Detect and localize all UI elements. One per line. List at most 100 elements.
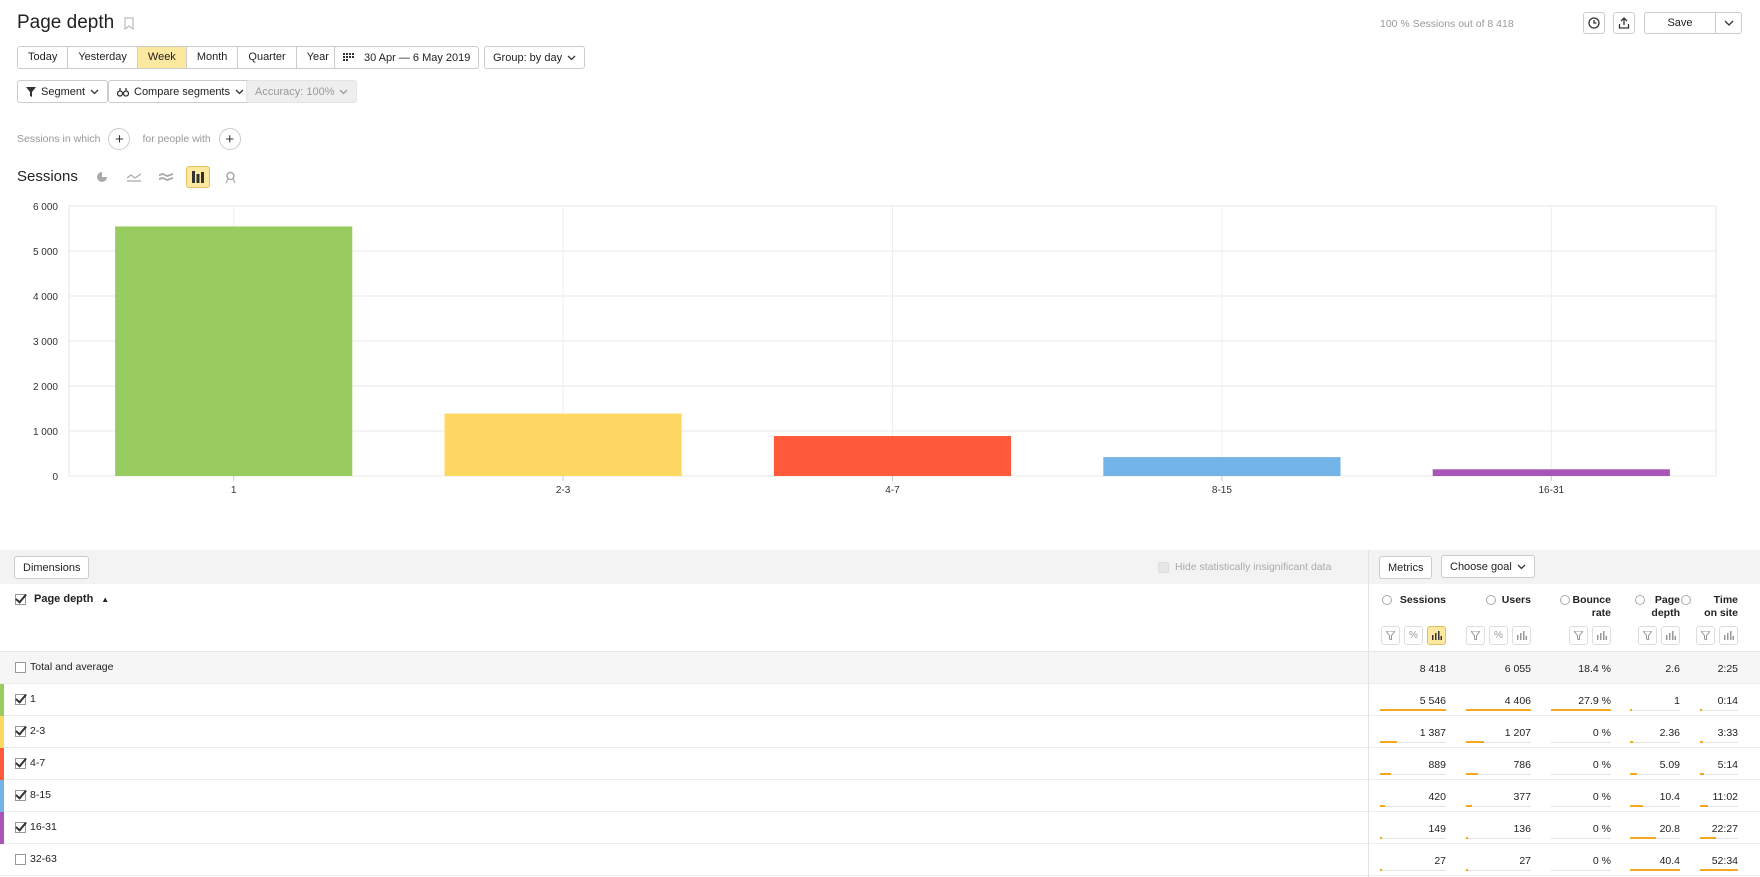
x-tick-label: 2-3	[556, 485, 571, 496]
bars-icon[interactable]	[1719, 626, 1738, 645]
row-checkbox[interactable]	[15, 789, 26, 801]
save-label: Save	[1667, 17, 1693, 29]
metric-bar-fill	[1466, 805, 1472, 807]
table-row[interactable]: 32-63 27 27 0 % 40.4 52:34	[0, 844, 1760, 876]
filter-icon[interactable]	[1638, 626, 1657, 645]
group-by-button[interactable]: Group: by day	[484, 46, 586, 69]
chart-type-map[interactable]	[218, 166, 242, 188]
select-all-checkbox[interactable]	[15, 593, 26, 605]
bars-icon[interactable]	[1661, 626, 1680, 645]
period-today[interactable]: Today	[18, 47, 69, 68]
hide-insignificant-toggle[interactable]: Hide statistically insignificant data	[1158, 561, 1331, 573]
row-checkbox[interactable]	[15, 725, 26, 737]
help-icon[interactable]	[1635, 595, 1645, 605]
total-row[interactable]: Total and average 8 418 6 055 18.4 % 2.6 2:25	[0, 652, 1760, 684]
metrics-button[interactable]: Metrics	[1379, 556, 1433, 579]
choose-goal-button[interactable]: Choose goal	[1441, 555, 1535, 578]
compare-segments-button[interactable]: Compare segments	[108, 80, 253, 103]
bar-16-31	[1432, 469, 1670, 476]
period-year[interactable]: Year	[296, 47, 339, 68]
export-button[interactable]	[1613, 12, 1635, 34]
percent-icon[interactable]: %	[1489, 626, 1508, 645]
filter-icon[interactable]	[1381, 626, 1400, 645]
metric-bar-track	[1466, 838, 1531, 839]
metric-bar-fill	[1466, 709, 1531, 711]
metric-header-4[interactable]: Time on site	[1668, 594, 1738, 620]
filter-icon[interactable]	[1696, 626, 1715, 645]
period-week[interactable]: Week	[137, 47, 187, 68]
metric-bar-fill	[1630, 709, 1632, 711]
table-row[interactable]: 2-3 1 387 1 207 0 % 2.36 3:33	[0, 716, 1760, 748]
add-people-condition-button[interactable]: +	[218, 128, 241, 150]
table-row[interactable]: 1 5 546 4 406 27.9 % 1 0:14	[0, 684, 1760, 716]
dimension-header[interactable]: Page depth ▲	[15, 593, 109, 605]
metric-header-1[interactable]: Users	[1461, 594, 1531, 607]
row-label-text: Total and average	[30, 661, 114, 673]
table-row[interactable]: 4-7 889 786 0 % 5.09 5:14	[0, 748, 1760, 780]
metric-tools-1: %	[1466, 626, 1531, 645]
metric-value: 1 387	[1419, 727, 1446, 739]
bookmark-icon[interactable]	[124, 17, 134, 30]
metric-value: 52:34	[1711, 855, 1738, 867]
row-checkbox[interactable]	[15, 821, 26, 833]
accuracy-label: Accuracy: 100%	[255, 85, 335, 98]
accuracy-button[interactable]: Accuracy: 100%	[246, 80, 358, 103]
row-checkbox[interactable]	[15, 757, 26, 769]
period-quarter[interactable]: Quarter	[238, 47, 297, 68]
table-row[interactable]: 8-15 420 377 0 % 10.4 11:02	[0, 780, 1760, 812]
segment-button[interactable]: Segment	[17, 80, 109, 103]
period-month[interactable]: Month	[186, 47, 239, 68]
dimensions-button[interactable]: Dimensions	[14, 556, 90, 579]
help-icon[interactable]	[1680, 595, 1691, 605]
date-range-button[interactable]: 30 Apr — 6 May 2019	[334, 46, 480, 69]
bars-icon[interactable]	[1512, 626, 1531, 645]
percent-icon[interactable]: %	[1404, 626, 1423, 645]
bars-icon[interactable]	[1592, 626, 1611, 645]
history-button[interactable]	[1583, 12, 1605, 34]
chart-type-area[interactable]	[154, 166, 178, 188]
add-session-condition-button[interactable]: +	[108, 128, 131, 150]
row-checkbox[interactable]	[15, 661, 26, 673]
metric-bar-fill	[1380, 869, 1382, 871]
metric-tools-0: %	[1381, 626, 1446, 645]
chart-type-pie[interactable]	[90, 166, 114, 188]
table-row[interactable]: 16-31 149 136 0 % 20.8 22:27	[0, 812, 1760, 844]
metric-tools-2	[1569, 626, 1611, 645]
help-icon[interactable]	[1486, 595, 1496, 605]
chart-type-line[interactable]	[122, 166, 146, 188]
hide-insignificant-checkbox[interactable]	[1158, 561, 1169, 573]
bars-icon[interactable]	[1427, 626, 1446, 645]
export-icon	[1618, 17, 1630, 29]
help-icon[interactable]	[1559, 595, 1570, 605]
chart-type-bar[interactable]	[186, 166, 210, 188]
period-yesterday[interactable]: Yesterday	[68, 47, 138, 68]
for-people-with-label: for people with	[142, 133, 211, 145]
metric-value: 0 %	[1592, 855, 1611, 867]
filter-icon[interactable]	[1466, 626, 1485, 645]
area-chart-icon	[159, 172, 173, 181]
save-dropdown[interactable]	[1715, 13, 1741, 33]
metric-bar-fill	[1630, 773, 1637, 775]
row-checkbox[interactable]	[15, 693, 26, 705]
metric-value: 40.4	[1659, 855, 1680, 867]
metric-bar-track	[1700, 742, 1738, 743]
line-chart-icon	[127, 173, 141, 182]
metric-value: 1	[1674, 695, 1680, 707]
metric-value: 27	[1519, 855, 1531, 867]
save-button[interactable]: Save	[1644, 12, 1742, 34]
metric-header-2[interactable]: Bounce rate	[1541, 594, 1611, 620]
metric-value: 22:27	[1711, 823, 1738, 835]
row-checkbox[interactable]	[15, 853, 26, 865]
filter-builder: Sessions in which + for people with +	[17, 128, 241, 150]
chevron-down-icon	[567, 55, 576, 60]
help-icon[interactable]	[1382, 595, 1393, 605]
metric-bar-fill	[1380, 837, 1382, 839]
compare-segments-label: Compare segments	[134, 85, 230, 98]
metric-value: 0 %	[1592, 759, 1611, 771]
filter-icon	[26, 86, 36, 97]
filter-icon[interactable]	[1569, 626, 1588, 645]
metric-bar-track	[1630, 710, 1680, 711]
chevron-down-icon	[1517, 564, 1526, 569]
metric-header-0[interactable]: Sessions	[1376, 594, 1446, 607]
metric-value: 1 207	[1504, 727, 1531, 739]
